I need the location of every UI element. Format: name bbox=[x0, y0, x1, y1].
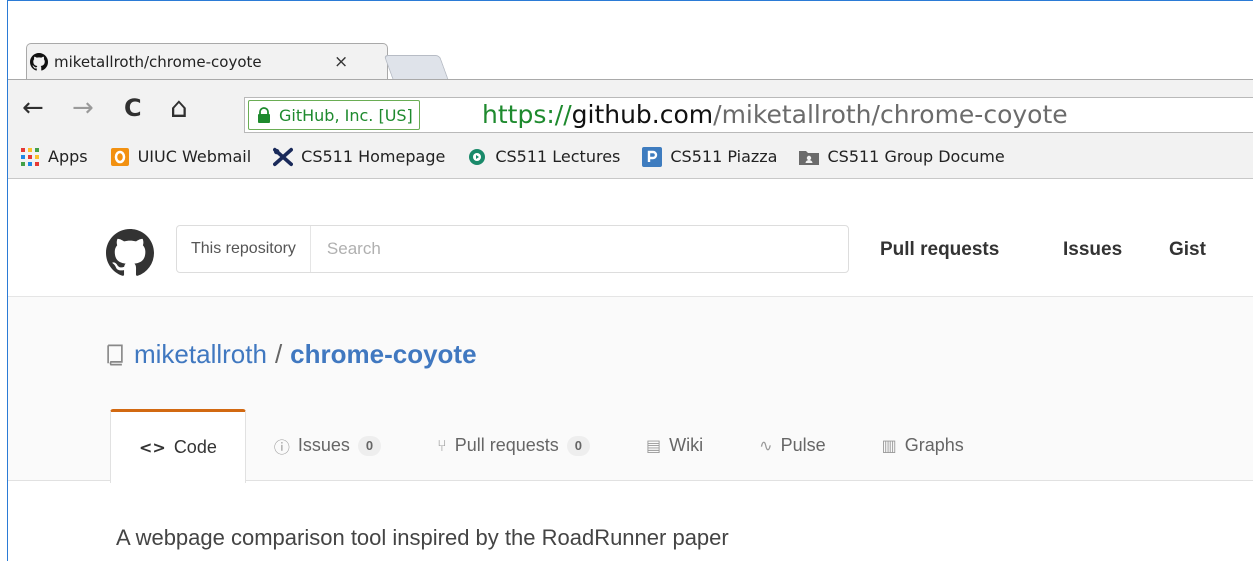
search-input[interactable] bbox=[310, 239, 791, 259]
bookmark-apps[interactable]: Apps bbox=[20, 147, 88, 167]
bookmark-label: CS511 Homepage bbox=[301, 147, 446, 166]
url-text[interactable]: https://github.com/miketallroth/chrome-c… bbox=[482, 99, 1068, 131]
github-favicon-icon bbox=[30, 53, 48, 71]
tab-pulse[interactable]: ∿ Pulse bbox=[731, 409, 853, 482]
tab-pull-requests[interactable]: ⑂ Pull requests 0 bbox=[409, 409, 618, 482]
repo-name-link[interactable]: chrome-coyote bbox=[290, 339, 476, 370]
repo-description: A webpage comparison tool inspired by th… bbox=[116, 525, 729, 550]
repo-search-box[interactable]: This repository bbox=[176, 225, 849, 273]
bookmark-label: Apps bbox=[48, 147, 88, 166]
tab-label: Code bbox=[173, 437, 217, 457]
office-icon bbox=[110, 147, 130, 167]
bookmark-uiuc-webmail[interactable]: UIUC Webmail bbox=[110, 147, 252, 167]
reload-icon[interactable]: C bbox=[124, 93, 142, 123]
bookmark-cs511-piazza[interactable]: CS511 Piazza bbox=[642, 146, 778, 167]
cross-tools-icon bbox=[273, 147, 294, 167]
graph-icon: ▥ bbox=[881, 436, 897, 455]
code-icon: <> bbox=[139, 438, 166, 457]
tab-wiki[interactable]: ▤ Wiki bbox=[618, 409, 731, 482]
browser-window: miketallroth/chrome-coyote × ← → C ⌂ Git… bbox=[7, 0, 1253, 561]
piazza-icon bbox=[642, 146, 663, 167]
nav-gist[interactable]: Gist bbox=[1169, 239, 1206, 261]
search-scope-label[interactable]: This repository bbox=[177, 226, 311, 272]
tab-close-icon[interactable]: × bbox=[334, 52, 348, 72]
back-arrow-icon[interactable]: ← bbox=[22, 93, 44, 123]
repo-nav-tabs: <> Code ⓘ Issues 0 ⑂ Pull requests 0 ▤ W… bbox=[110, 409, 992, 483]
book-icon: ▤ bbox=[646, 436, 662, 455]
secure-site-chip[interactable]: GitHub, Inc. [US] bbox=[248, 100, 420, 130]
tab-title: miketallroth/chrome-coyote bbox=[54, 53, 262, 71]
home-icon[interactable]: ⌂ bbox=[170, 93, 188, 123]
repo-title: miketallroth / chrome-coyote bbox=[106, 339, 477, 370]
bookmark-cs511-homepage[interactable]: CS511 Homepage bbox=[273, 147, 445, 167]
tab-label: Graphs bbox=[904, 435, 964, 455]
bookmarks-bar: Apps UIUC Webmail CS511 Homepage CS511 L… bbox=[8, 135, 1253, 179]
url-host: github.com bbox=[571, 100, 714, 129]
tab-label: Issues bbox=[297, 435, 350, 455]
bookmark-cs511-group-docs[interactable]: CS511 Group Docume bbox=[799, 147, 1005, 167]
apps-grid-icon bbox=[20, 147, 40, 167]
repo-book-icon bbox=[107, 344, 123, 365]
bookmark-label: CS511 Group Docume bbox=[827, 147, 1005, 166]
forward-arrow-icon[interactable]: → bbox=[72, 93, 94, 123]
url-scheme: https:// bbox=[482, 100, 572, 129]
secure-site-label: GitHub, Inc. [US] bbox=[279, 105, 413, 125]
issue-opened-icon: ⓘ bbox=[273, 437, 290, 457]
github-logo-icon[interactable] bbox=[106, 229, 154, 277]
tab-code[interactable]: <> Code bbox=[110, 409, 246, 483]
tab-label: Pulse bbox=[780, 435, 826, 455]
repo-path-separator: / bbox=[274, 339, 283, 369]
nav-pull-requests[interactable]: Pull requests bbox=[880, 239, 999, 261]
bookmark-label: CS511 Piazza bbox=[670, 147, 778, 166]
tab-issues[interactable]: ⓘ Issues 0 bbox=[246, 409, 409, 482]
pulse-icon: ∿ bbox=[759, 436, 773, 455]
pull-requests-counter: 0 bbox=[566, 435, 591, 456]
nav-issues[interactable]: Issues bbox=[1063, 239, 1122, 261]
new-tab-button[interactable] bbox=[383, 55, 449, 79]
browser-tab-content[interactable]: miketallroth/chrome-coyote × bbox=[30, 47, 348, 77]
git-pull-request-icon: ⑂ bbox=[437, 436, 447, 455]
tab-label: Wiki bbox=[669, 435, 704, 455]
bookmark-cs511-lectures[interactable]: CS511 Lectures bbox=[467, 147, 620, 167]
bookmark-label: UIUC Webmail bbox=[137, 147, 252, 166]
url-path: /miketallroth/chrome-coyote bbox=[713, 100, 1068, 129]
tab-graphs[interactable]: ▥ Graphs bbox=[854, 409, 992, 482]
issues-counter: 0 bbox=[357, 435, 382, 456]
tab-label: Pull requests bbox=[454, 435, 559, 455]
play-circle-icon bbox=[467, 147, 487, 167]
repo-owner-link[interactable]: miketallroth bbox=[134, 339, 267, 370]
lock-icon bbox=[258, 107, 270, 123]
bookmark-label: CS511 Lectures bbox=[495, 147, 621, 166]
folder-icon bbox=[799, 147, 820, 167]
